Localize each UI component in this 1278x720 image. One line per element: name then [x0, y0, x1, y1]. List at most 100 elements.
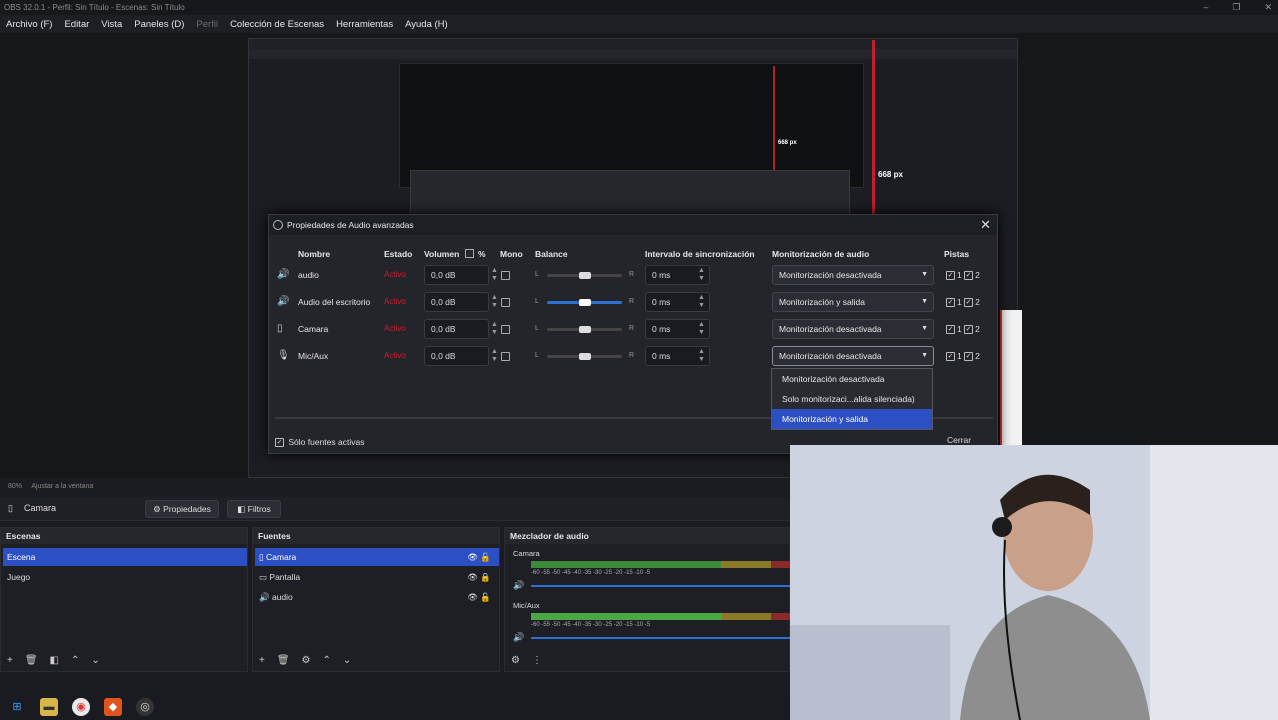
menu-paneles[interactable]: Paneles (D) [134, 19, 184, 30]
menu-vista[interactable]: Vista [101, 19, 122, 30]
monitor-select[interactable]: Monitorización y salida ▼ [772, 292, 934, 312]
tracks: ✓ 1 ✓ 2 [946, 351, 980, 362]
volume-input[interactable]: 0,0 dB [424, 319, 489, 339]
maximize-button[interactable]: ❐ [1232, 0, 1240, 15]
volume-fader[interactable] [531, 585, 793, 587]
track2-checkbox[interactable]: ✓ [964, 325, 974, 335]
menu-coleccion[interactable]: Colección de Escenas [230, 19, 324, 30]
fit-mode[interactable]: Ajustar a la ventana [31, 483, 93, 490]
track1-checkbox[interactable]: ✓ [946, 271, 955, 281]
source-item[interactable]: 🔊 audio 👁 🔓 [255, 588, 499, 606]
properties-button[interactable]: ⚙ Propiedades [145, 500, 219, 518]
obs-icon[interactable]: ◎ [136, 698, 154, 716]
capture-edge [1000, 310, 1022, 445]
close-icon[interactable]: ✕ [980, 217, 991, 233]
file-explorer-icon[interactable]: ▬ [40, 698, 58, 716]
more-icon[interactable]: ⋮ [532, 655, 542, 666]
slider-knob[interactable] [579, 353, 591, 360]
monitor-select[interactable]: Monitorización desactivada ▼ [772, 265, 934, 285]
track1-checkbox[interactable]: ✓ [946, 352, 955, 362]
source-item[interactable]: ▯ Camara 👁 🔓 [255, 548, 499, 566]
gear-icon[interactable]: ⚙ [302, 655, 311, 666]
volume-spinner[interactable]: ▲ ▼ [491, 267, 501, 283]
only-active-checkbox[interactable]: ✓ [275, 438, 284, 448]
slider-knob[interactable] [579, 299, 591, 306]
mixer-title: Mezclador de audio [505, 528, 789, 544]
trash-icon[interactable]: 🗑 [25, 655, 38, 666]
windows-start-icon[interactable]: ⊞ [8, 698, 26, 716]
menu-editar[interactable]: Editar [64, 19, 89, 30]
menu-perfil[interactable]: Perfil [196, 19, 218, 30]
tracks: ✓ 1 ✓ 2 [946, 270, 980, 281]
balance-slider[interactable] [547, 272, 622, 279]
track2-checkbox[interactable]: ✓ [964, 298, 974, 308]
mono-checkbox[interactable] [501, 298, 510, 307]
volume-spinner[interactable]: ▲ ▼ [491, 294, 501, 310]
scenes-dock: Escenas Escena Juego + 🗑 ◧ ⌃ ⌄ [0, 527, 248, 672]
volume-input[interactable]: 0,0 dB [424, 346, 489, 366]
sync-spinner[interactable]: ▲ ▼ [698, 267, 708, 283]
speaker-icon[interactable]: 🔊 [513, 632, 524, 643]
sync-spinner[interactable]: ▲ ▼ [698, 348, 708, 364]
track1-checkbox[interactable]: ✓ [946, 325, 955, 335]
menu-herramientas[interactable]: Herramientas [336, 19, 393, 30]
volume-input[interactable]: 0,0 dB [424, 292, 489, 312]
source-state: Activo [384, 351, 406, 360]
mono-checkbox[interactable] [501, 352, 510, 361]
track2-checkbox[interactable]: ✓ [964, 271, 974, 281]
source-item[interactable]: ▭ Pantalla 👁 🔒 [255, 568, 499, 586]
eye-icon[interactable]: 👁 🔒 [467, 568, 491, 586]
balance-slider[interactable] [547, 299, 622, 306]
volume-fader[interactable] [531, 637, 793, 639]
settings-icon[interactable]: ⚙ [511, 655, 520, 666]
monitor-select[interactable]: Monitorización desactivada ▼ [772, 346, 934, 366]
chevron-down-icon: ▼ [921, 271, 928, 278]
minimize-button[interactable]: – [1203, 0, 1208, 15]
close-button[interactable]: ✕ [1264, 0, 1272, 15]
sync-spinner[interactable]: ▲ ▼ [698, 321, 708, 337]
chevron-down-icon[interactable]: ⌄ [343, 655, 351, 666]
eye-icon[interactable]: 👁 🔓 [467, 548, 491, 566]
sync-spinner[interactable]: ▲ ▼ [698, 294, 708, 310]
percent-checkbox[interactable] [465, 249, 474, 258]
balance-slider[interactable] [547, 353, 622, 360]
chevron-up-icon[interactable]: ⌃ [71, 655, 79, 666]
mono-checkbox[interactable] [501, 271, 510, 280]
volume-spinner[interactable]: ▲ ▼ [491, 321, 501, 337]
filter-icon[interactable]: ◧ [50, 655, 59, 666]
filters-button[interactable]: ◧ Filtros [227, 500, 281, 518]
add-icon[interactable]: + [7, 655, 13, 666]
menu-archivo[interactable]: Archivo (F) [6, 19, 52, 30]
balance-slider[interactable] [547, 326, 622, 333]
chevron-down-icon: ▼ [921, 325, 928, 332]
zoom-value[interactable]: 80% [8, 483, 22, 490]
slider-knob[interactable] [579, 326, 591, 333]
chrome-icon[interactable]: ◉ [72, 698, 90, 716]
track2-checkbox[interactable]: ✓ [964, 352, 974, 362]
header-monitor: Monitorización de audio [772, 249, 870, 259]
chevron-up-icon[interactable]: ⌃ [323, 655, 331, 666]
dropdown-option[interactable]: Solo monitorizaci...alida silenciada) [772, 389, 932, 409]
mono-checkbox[interactable] [501, 325, 510, 334]
monitor-select[interactable]: Monitorización desactivada ▼ [772, 319, 934, 339]
balance-l: L [535, 271, 539, 278]
volume-spinner[interactable]: ▲ ▼ [491, 348, 501, 364]
scene-item[interactable]: Juego [3, 568, 247, 586]
eye-icon[interactable]: 👁 🔓 [467, 588, 491, 606]
only-active-toggle[interactable]: ✓ Sólo fuentes activas [275, 437, 364, 448]
add-icon[interactable]: + [259, 655, 265, 666]
monitor-dropdown[interactable]: Monitorización desactivada Solo monitori… [771, 368, 933, 430]
speaker-icon[interactable]: 🔊 [513, 580, 524, 591]
tracks: ✓ 1 ✓ 2 [946, 324, 980, 335]
scene-item[interactable]: Escena [3, 548, 247, 566]
slider-knob[interactable] [579, 272, 591, 279]
brave-icon[interactable]: ◆ [104, 698, 122, 716]
chevron-down-icon[interactable]: ⌄ [91, 655, 99, 666]
track1-checkbox[interactable]: ✓ [946, 298, 955, 308]
dropdown-option[interactable]: Monitorización desactivada [772, 369, 932, 389]
dropdown-option-selected[interactable]: Monitorización y salida [772, 409, 932, 429]
close-dialog-button[interactable]: Cerrar [947, 435, 971, 445]
menu-ayuda[interactable]: Ayuda (H) [405, 19, 448, 30]
volume-input[interactable]: 0,0 dB [424, 265, 489, 285]
trash-icon[interactable]: 🗑 [277, 655, 290, 666]
